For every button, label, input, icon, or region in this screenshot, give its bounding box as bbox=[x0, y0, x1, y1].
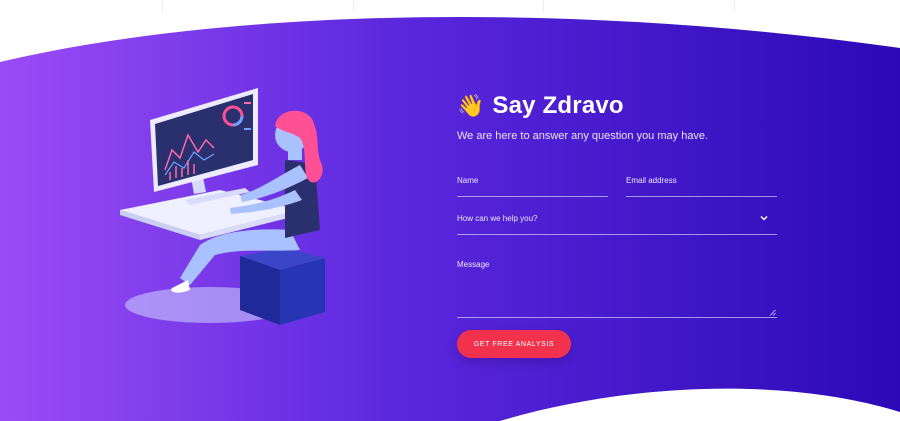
email-field[interactable]: Email address bbox=[626, 172, 777, 197]
message-label: Message bbox=[457, 260, 490, 269]
name-field[interactable]: Name bbox=[457, 172, 608, 197]
email-label: Email address bbox=[626, 176, 677, 185]
help-topic-label: How can we help you? bbox=[457, 214, 538, 223]
message-field[interactable]: Message bbox=[457, 256, 777, 318]
page-subtitle: We are here to answer any question you m… bbox=[457, 130, 709, 142]
heading: 👋 Say Zdravo bbox=[457, 90, 787, 122]
get-free-analysis-button[interactable]: GET FREE ANALYSIS bbox=[457, 330, 571, 358]
resize-handle-icon[interactable] bbox=[769, 309, 776, 316]
name-label: Name bbox=[457, 176, 479, 185]
help-topic-select[interactable]: How can we help you? bbox=[457, 210, 777, 235]
chevron-down-icon[interactable] bbox=[759, 213, 769, 223]
contact-form: 👋 Say Zdravo We are here to answer any q… bbox=[457, 90, 787, 358]
person-at-computer-illustration bbox=[120, 88, 325, 325]
page-title: Say Zdravo bbox=[492, 92, 624, 119]
waving-hand-icon: 👋 bbox=[457, 93, 485, 118]
